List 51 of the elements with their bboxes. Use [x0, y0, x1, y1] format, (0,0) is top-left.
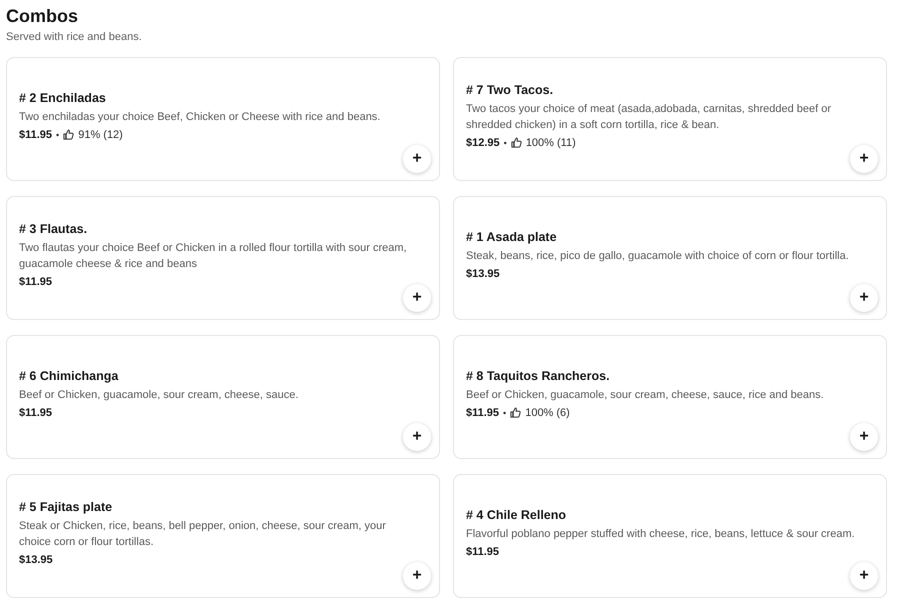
- item-description: Beef or Chicken, guacamole, sour cream, cheese, sauce, rice and beans.: [466, 388, 824, 402]
- item-name: # 3 Flautas.: [19, 220, 88, 236]
- add-button[interactable]: +: [403, 562, 431, 590]
- separator-dot: •: [503, 406, 506, 420]
- item-description: Two tacos your choice of meat (asada,adobada, carnitas, shredded beef or shredded chicken) in a soft corn tortilla, rice & bean.: [466, 102, 832, 132]
- menu-item-card[interactable]: # 7 Two Tacos. Two tacos your choice of meat (asada,adobada, carnitas, shredded beef or shredded chicken) in a soft corn tortilla, rice & bean. $12.95 • 100% (11) +: [453, 57, 887, 181]
- item-description: Two enchiladas your choice Beef, Chicken or Cheese with rice and beans.: [19, 110, 380, 124]
- item-name: # 6 Chimichanga: [19, 368, 118, 384]
- add-button[interactable]: +: [403, 145, 431, 173]
- menu-item-card[interactable]: # 3 Flautas. Two flautas your choice Beef or Chicken in a rolled flour tortilla with sour cream, guacamole cheese & rice and beans $11.95 +: [6, 196, 440, 320]
- item-price: $11.95: [19, 274, 52, 290]
- section-subtitle: Served with rice and beans.: [6, 30, 143, 44]
- separator-dot: •: [56, 128, 60, 142]
- menu-item-card[interactable]: # 4 Chile Relleno Flavorful poblano pepper stuffed with cheese, rice, beans, lettuce & sour cream. $11.95 +: [453, 474, 887, 598]
- add-button[interactable]: +: [850, 423, 878, 451]
- thumbs-up-icon: [510, 137, 522, 148]
- menu-item-card[interactable]: # 8 Taquitos Rancheros. Beef or Chicken, guacamole, sour cream, cheese, sauce, rice and beans. $11.95 • 100% (6) +: [453, 335, 887, 459]
- thumbs-up-icon: [510, 407, 522, 418]
- menu-item-card[interactable]: # 5 Fajitas plate Steak or Chicken, rice, beans, bell pepper, onion, cheese, sour cream, your choice corn or flour tortillas. $13.95 +: [6, 474, 440, 598]
- item-name: # 8 Taquitos Rancheros.: [466, 368, 610, 384]
- item-price: $11.95: [466, 406, 500, 420]
- separator-dot: •: [504, 136, 507, 150]
- item-description: Steak or Chicken, rice, beans, bell pepper, onion, cheese, sour cream, your choice corn or flour tortillas.: [19, 518, 387, 550]
- item-price: $11.95: [466, 544, 500, 560]
- item-name: # 1 Asada plate: [466, 228, 557, 244]
- thumbs-up-icon: [63, 129, 74, 140]
- rating-text: 100% (11): [526, 136, 576, 150]
- item-name: # 2 Enchiladas: [19, 90, 106, 106]
- add-button[interactable]: +: [850, 562, 878, 590]
- menu-item-card[interactable]: # 6 Chimichanga Beef or Chicken, guacamole, sour cream, cheese, sauce. $11.95 +: [6, 335, 440, 459]
- add-button[interactable]: +: [850, 284, 878, 312]
- add-button[interactable]: +: [403, 423, 431, 451]
- section-title: Combos: [6, 5, 79, 28]
- rating-text: 100% (6): [525, 406, 570, 420]
- add-button[interactable]: +: [403, 284, 431, 312]
- item-description: Flavorful poblano pepper stuffed with cheese, rice, beans, lettuce & sour cream.: [466, 526, 855, 542]
- item-price: $13.95: [19, 552, 53, 568]
- item-description: Steak, beans, rice, pico de gallo, guacamole with choice of corn or flour tortilla.: [466, 248, 849, 264]
- item-price: $11.95: [19, 406, 52, 420]
- item-name: # 4 Chile Relleno: [466, 506, 566, 522]
- item-price: $12.95: [466, 136, 500, 150]
- item-name: # 5 Fajitas plate: [19, 498, 112, 514]
- rating-text: 91% (12): [78, 128, 123, 142]
- item-price: $13.95: [466, 266, 500, 282]
- item-description: Two flautas your choice Beef or Chicken in a rolled flour tortilla with sour cream, guacamole cheese & rice and beans: [19, 240, 408, 272]
- add-button[interactable]: +: [850, 145, 878, 173]
- menu-item-card[interactable]: # 1 Asada plate Steak, beans, rice, pico de gallo, guacamole with choice of corn or flour tortilla. $13.95 +: [453, 196, 887, 320]
- item-name: # 7 Two Tacos.: [466, 82, 554, 98]
- item-description: Beef or Chicken, guacamole, sour cream, cheese, sauce.: [19, 388, 298, 402]
- item-price: $11.95: [19, 128, 52, 142]
- menu-item-card[interactable]: # 2 Enchiladas Two enchiladas your choice Beef, Chicken or Cheese with rice and beans. $11.95 • 91% (12) +: [6, 57, 440, 181]
